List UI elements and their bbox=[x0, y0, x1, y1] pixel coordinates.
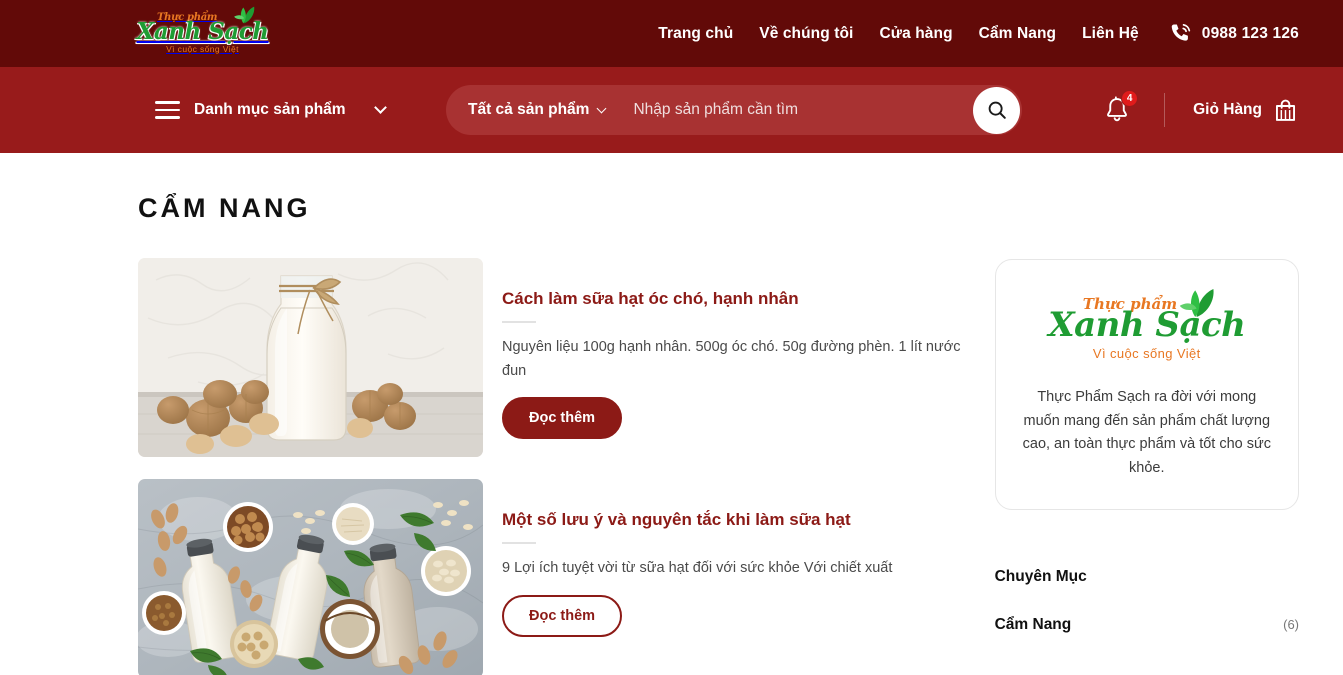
article-thumbnail-link[interactable] bbox=[138, 479, 483, 675]
about-text: Thực Phẩm Sạch ra đời với mong muốn mang… bbox=[1022, 389, 1271, 476]
phone-contact[interactable]: 0988 123 126 bbox=[1167, 21, 1299, 47]
phone-number: 0988 123 126 bbox=[1201, 24, 1299, 42]
nav-item-trang-chu[interactable]: Trang chủ bbox=[658, 25, 733, 43]
article-excerpt: Nguyên liệu 100g hạnh nhân. 500g óc chó.… bbox=[502, 339, 961, 379]
category-link-cam-nang[interactable]: Cẩm Nang bbox=[995, 616, 1072, 634]
nav-item-lien-he[interactable]: Liên Hệ bbox=[1082, 25, 1139, 43]
sidebar-logo: Thực phẩm Xanh Sạch Vì cuộc sống Việt bbox=[1048, 286, 1246, 370]
header-actions: 4 Giỏ Hàng bbox=[1100, 90, 1299, 127]
notifications-button[interactable]: 4 bbox=[1100, 90, 1139, 127]
leaf-icon bbox=[234, 6, 255, 24]
article-item: Một số lưu ý và nguyên tắc khi làm sữa h… bbox=[138, 479, 979, 675]
category-list-item: Cẩm Nang (6) bbox=[995, 616, 1299, 634]
nut-milk-bottles-ingredients-photo bbox=[138, 479, 483, 675]
leaf-icon bbox=[1179, 289, 1214, 317]
nav-item-ve-chung-toi[interactable]: Về chúng tôi bbox=[759, 25, 853, 43]
nav-item-cua-hang[interactable]: Cửa hàng bbox=[879, 25, 952, 43]
search-input[interactable] bbox=[605, 101, 973, 119]
shopping-bag-icon bbox=[1275, 99, 1296, 121]
sidebar: Thực phẩm Xanh Sạch Vì cuộc sống Việt Th… bbox=[994, 258, 1299, 675]
logo-tagline-text: Vì cuộc sống Việt bbox=[166, 43, 239, 54]
notification-count-badge: 4 bbox=[1121, 90, 1139, 107]
search-submit-button[interactable] bbox=[973, 86, 1020, 134]
hamburger-icon bbox=[155, 101, 180, 119]
title-divider bbox=[502, 321, 536, 324]
nav-item-cam-nang[interactable]: Cẩm Nang bbox=[979, 25, 1056, 43]
article-excerpt: 9 Lợi ích tuyệt vời từ sữa hạt đối với s… bbox=[502, 560, 893, 577]
article-thumbnail-link[interactable] bbox=[138, 258, 483, 457]
search-bar: Tất cả sản phẩm bbox=[446, 85, 1022, 135]
article-text: Cách làm sữa hạt óc chó, hạnh nhân Nguyê… bbox=[502, 258, 979, 457]
article-title-link[interactable]: Cách làm sữa hạt óc chó, hạnh nhân bbox=[502, 288, 979, 310]
read-more-button[interactable]: Đọc thêm bbox=[502, 397, 623, 440]
article-list: Cách làm sữa hạt óc chó, hạnh nhân Nguyê… bbox=[138, 258, 979, 675]
logo-tagline-text: Vì cuộc sống Việt bbox=[1092, 345, 1201, 361]
search-scope-dropdown[interactable]: Tất cả sản phẩm bbox=[446, 101, 607, 119]
title-divider bbox=[502, 542, 536, 545]
article-text: Một số lưu ý và nguyên tắc khi làm sữa h… bbox=[502, 479, 979, 675]
category-count: (6) bbox=[1283, 616, 1299, 632]
search-header-bar: Danh mục sản phẩm Tất cả sản phẩm 4 bbox=[0, 67, 1343, 153]
header-divider bbox=[1164, 93, 1166, 127]
search-icon bbox=[988, 101, 1006, 119]
categories-heading: Chuyên Mục bbox=[994, 567, 1087, 585]
about-widget: Thực phẩm Xanh Sạch Vì cuộc sống Việt Th… bbox=[994, 259, 1299, 510]
site-logo[interactable]: Thực phẩm Xanh Sạch Vì cuộc sống Việt bbox=[137, 2, 269, 64]
chevron-down-icon bbox=[373, 101, 387, 114]
page-content: CẨM NANG Cách làm sữa hạt óc chó, hạnh n… bbox=[0, 193, 1343, 675]
article-item: Cách làm sữa hạt óc chó, hạnh nhân Nguyê… bbox=[138, 258, 979, 457]
read-more-button[interactable]: Đọc thêm bbox=[502, 594, 623, 637]
page-title: CẨM NANG bbox=[138, 193, 311, 223]
search-scope-label: Tất cả sản phẩm bbox=[468, 101, 590, 118]
category-menu-button[interactable]: Danh mục sản phẩm bbox=[155, 101, 387, 119]
top-header-bar: Thực phẩm Xanh Sạch Vì cuộc sống Việt Tr… bbox=[0, 0, 1343, 67]
milk-bottle-walnuts-photo bbox=[138, 258, 483, 457]
cart-label: Giỏ Hàng bbox=[1193, 101, 1262, 118]
cart-button[interactable]: Giỏ Hàng bbox=[1193, 97, 1299, 124]
category-menu-label: Danh mục sản phẩm bbox=[194, 101, 346, 118]
content-wrapper: Cách làm sữa hạt óc chó, hạnh nhân Nguyê… bbox=[138, 258, 1299, 675]
article-title-link[interactable]: Một số lưu ý và nguyên tắc khi làm sữa h… bbox=[502, 509, 979, 531]
phone-icon bbox=[1171, 23, 1190, 41]
main-navigation: Trang chủ Về chúng tôi Cửa hàng Cẩm Nang… bbox=[658, 21, 1299, 47]
